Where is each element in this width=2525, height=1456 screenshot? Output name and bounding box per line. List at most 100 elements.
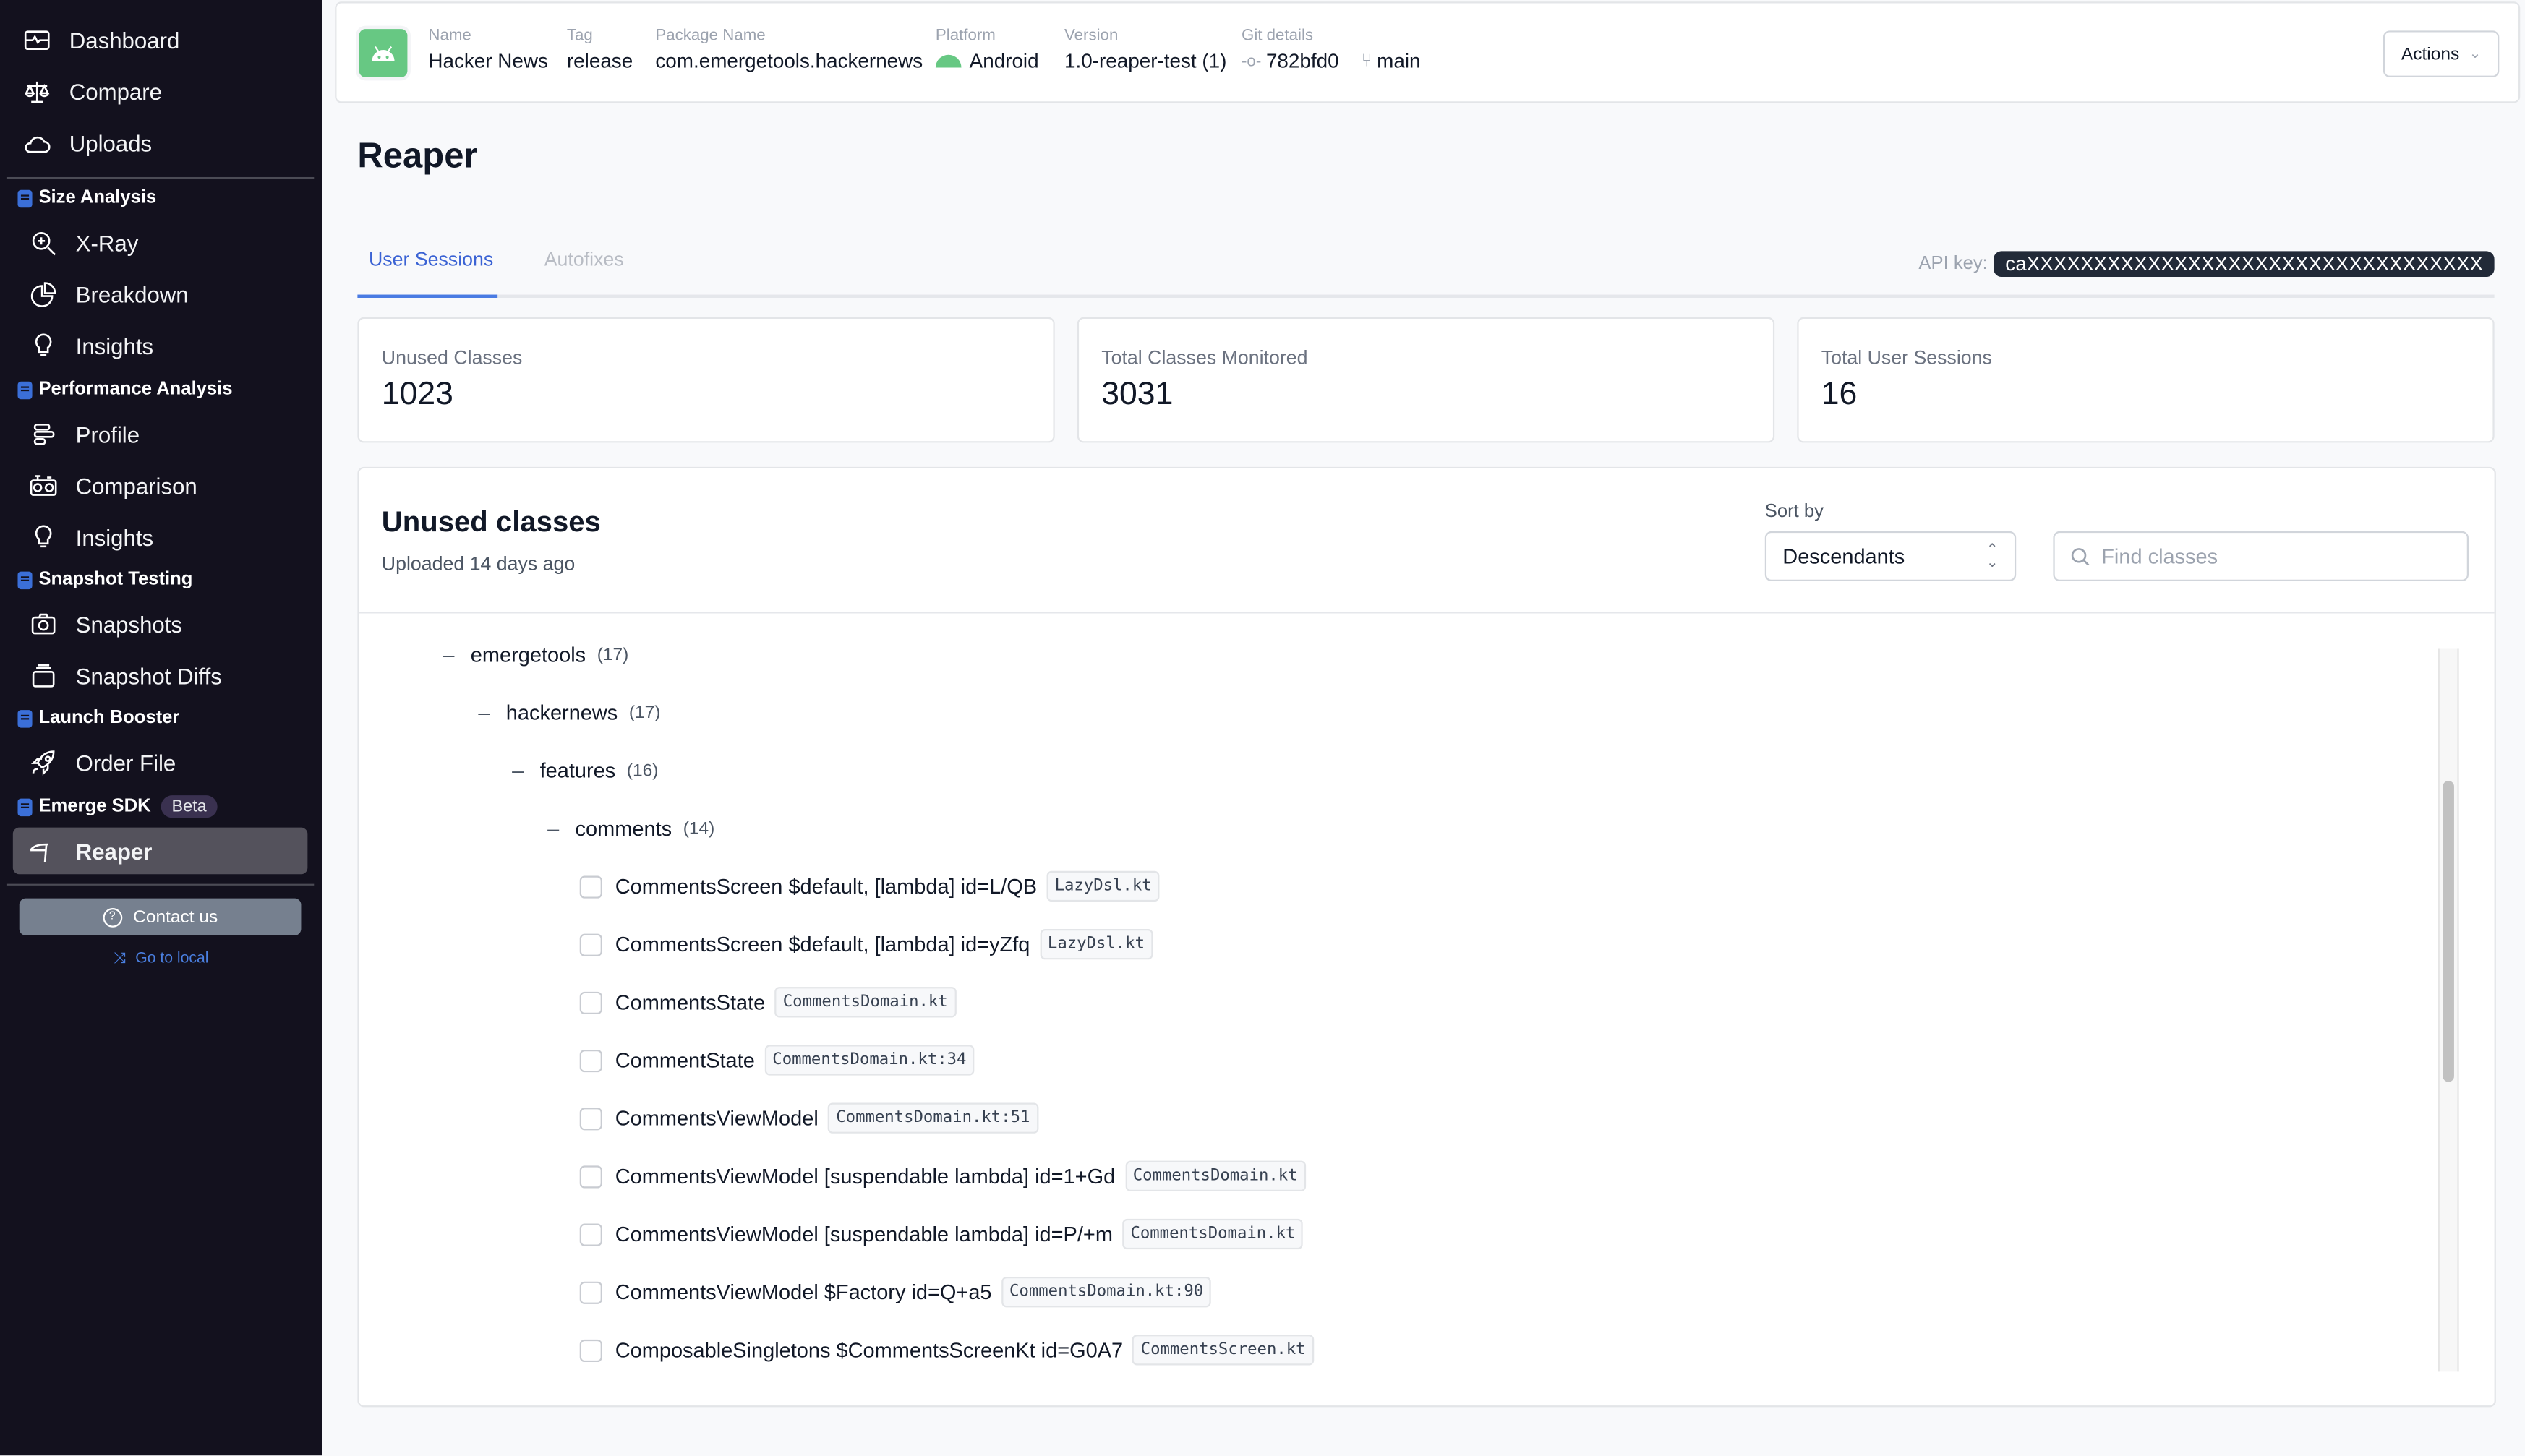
find-classes-search[interactable] xyxy=(2053,531,2469,581)
file-tag: LazyDsl.kt xyxy=(1046,870,1160,902)
api-key-value[interactable]: caXXXXXXXXXXXXXXXXXXXXXXXXXXXXXXXXXX xyxy=(1994,251,2495,278)
class-checkbox[interactable] xyxy=(579,990,602,1014)
nav-order-file[interactable]: Order File xyxy=(27,739,176,787)
section-performance-analysis: Performance Analysis xyxy=(17,380,233,399)
tree-node-comments[interactable]: – comments (14) xyxy=(547,816,714,840)
class-name: CommentsViewModel [suspendable lambda] i… xyxy=(615,1164,1116,1189)
stat-label: Total User Sessions xyxy=(1821,346,1992,369)
nav-compare[interactable]: Compare xyxy=(21,68,162,116)
nav-label: Profile xyxy=(75,421,140,448)
nav-comparison[interactable]: Comparison xyxy=(27,462,197,510)
search-icon xyxy=(2071,547,2090,565)
contact-us-button[interactable]: ? Contact us xyxy=(19,898,302,935)
class-name: CommentsViewModel xyxy=(615,1105,819,1131)
nav-label: Comparison xyxy=(75,473,197,500)
file-tag: CommentsScreen.kt xyxy=(1132,1335,1314,1366)
tree-node-features[interactable]: – features (16) xyxy=(512,758,658,782)
file-tag: CommentsDomain.kt xyxy=(774,987,956,1018)
nav-performance-insights[interactable]: Insights xyxy=(27,513,153,562)
book-icon xyxy=(17,380,33,399)
nav-label: Uploads xyxy=(69,130,153,157)
meta-label: Name xyxy=(428,27,471,46)
collapse-icon[interactable]: – xyxy=(478,701,490,724)
nav-breakdown[interactable]: Breakdown xyxy=(27,270,189,319)
panel-header: Unused classes Uploaded 14 days ago Sort… xyxy=(359,468,2495,614)
collapse-icon[interactable]: – xyxy=(547,816,559,840)
zoom-in-icon xyxy=(27,227,60,260)
class-checkbox[interactable] xyxy=(579,1280,602,1303)
class-checkbox[interactable] xyxy=(579,875,602,898)
class-tree: – emergetools (17) – hackernews (17) – featur… xyxy=(359,613,2437,1370)
collapse-icon[interactable]: – xyxy=(512,758,524,782)
meta-value: com.emergetools.hackernews xyxy=(655,50,923,73)
nav-label: X-Ray xyxy=(75,230,139,257)
meta-value: release xyxy=(566,50,633,73)
class-checkbox[interactable] xyxy=(579,933,602,956)
help-circle-icon: ? xyxy=(102,907,122,927)
meta-version: Version 1.0-reaper-test (1) xyxy=(1064,27,1226,72)
nav-reaper[interactable]: Reaper xyxy=(27,828,153,876)
class-row: CommentsScreen $default, [lambda] id=yZf… xyxy=(579,928,1153,960)
file-tag: CommentsDomain.kt:90 xyxy=(1001,1277,1212,1308)
nav-x-ray[interactable]: X-Ray xyxy=(27,219,138,267)
nav-profile[interactable]: Profile xyxy=(27,411,140,459)
book-icon xyxy=(17,189,33,207)
collapse-icon[interactable]: – xyxy=(443,643,454,667)
tree-node-emergetools[interactable]: – emergetools (17) xyxy=(443,643,628,667)
class-name: ComposableSingletons $CommentsScreenKt i… xyxy=(615,1337,1124,1363)
pie-chart-icon xyxy=(27,278,60,311)
nav-snapshot-diffs[interactable]: Snapshot Diffs xyxy=(27,652,222,701)
nav-reaper-active[interactable]: Reaper xyxy=(12,827,308,876)
class-checkbox[interactable] xyxy=(579,1107,602,1130)
class-checkbox[interactable] xyxy=(579,1048,602,1072)
nav-size-insights[interactable]: Insights xyxy=(27,322,153,370)
class-checkbox[interactable] xyxy=(579,1338,602,1361)
class-checkbox[interactable] xyxy=(579,1165,602,1188)
commit-link[interactable]: 782bfd0 xyxy=(1266,50,1339,72)
stat-user-sessions: Total User Sessions 16 xyxy=(1797,317,2495,443)
tab-user-sessions[interactable]: User Sessions xyxy=(369,248,493,270)
tree-scrollbar[interactable] xyxy=(2438,648,2459,1372)
branch-link[interactable]: main xyxy=(1377,50,1420,72)
file-tag: LazyDsl.kt xyxy=(1039,928,1153,960)
tree-node-hackernews[interactable]: – hackernews (17) xyxy=(478,701,660,724)
class-row: CommentsViewModel [suspendable lambda] i… xyxy=(579,1160,1306,1191)
nav-dashboard[interactable]: Dashboard xyxy=(21,16,179,64)
tab-autofixes[interactable]: Autofixes xyxy=(544,248,624,270)
search-input[interactable] xyxy=(2098,542,2459,570)
class-row: CommentsViewModel CommentsDomain.kt:51 xyxy=(579,1102,1038,1134)
chevron-down-icon: ⌄ xyxy=(2469,45,2482,61)
node-count: (17) xyxy=(628,703,661,722)
meta-name: Name Hacker News xyxy=(428,27,548,72)
section-title: Emerge SDK xyxy=(38,797,151,817)
meta-value: 1.0-reaper-test (1) xyxy=(1064,50,1227,73)
stat-value: 16 xyxy=(1821,377,1858,413)
meta-value: Android xyxy=(969,50,1039,73)
meta-git: Git details -o- 782bfd0 ⑂ main xyxy=(1242,27,1420,72)
branch-icon: ⑂ xyxy=(1361,51,1372,71)
sidebar-divider xyxy=(6,883,315,886)
class-name: CommentsScreen $default, [lambda] id=L/Q… xyxy=(615,874,1038,899)
scrollbar-thumb[interactable] xyxy=(2443,781,2454,1082)
unused-classes-panel: Unused classes Uploaded 14 days ago Sort… xyxy=(357,466,2496,1408)
sidebar: Dashboard Compare Uploads Size Analysis … xyxy=(0,0,322,1456)
actions-dropdown[interactable]: Actions ⌄ xyxy=(2383,30,2500,77)
section-title: Snapshot Testing xyxy=(38,570,193,590)
class-row: CommentsState CommentsDomain.kt xyxy=(579,987,956,1018)
class-row: CommentsViewModel $Factory id=Q+a5 Commen… xyxy=(579,1277,1212,1308)
local-label: Go to local xyxy=(135,949,209,968)
api-key: API key: caXXXXXXXXXXXXXXXXXXXXXXXXXXXXX… xyxy=(1918,251,2495,278)
go-to-local-link[interactable]: ⤨ Go to local xyxy=(0,950,322,967)
class-row: CommentsScreen $default, [lambda] id=L/Q… xyxy=(579,870,1160,902)
sort-label: Sort by xyxy=(1764,502,1824,522)
scythe-icon xyxy=(27,836,60,868)
sort-select[interactable]: Descendants ⌃ ⌄ xyxy=(1764,531,2017,581)
class-checkbox[interactable] xyxy=(579,1222,602,1246)
api-key-label: API key: xyxy=(1918,254,1988,274)
node-name: features xyxy=(539,758,616,783)
nav-uploads[interactable]: Uploads xyxy=(21,119,152,168)
meta-label: Tag xyxy=(566,27,593,46)
stat-total-classes: Total Classes Monitored 3031 xyxy=(1077,317,1775,443)
stack-icon xyxy=(27,660,60,693)
nav-snapshots[interactable]: Snapshots xyxy=(27,601,182,649)
